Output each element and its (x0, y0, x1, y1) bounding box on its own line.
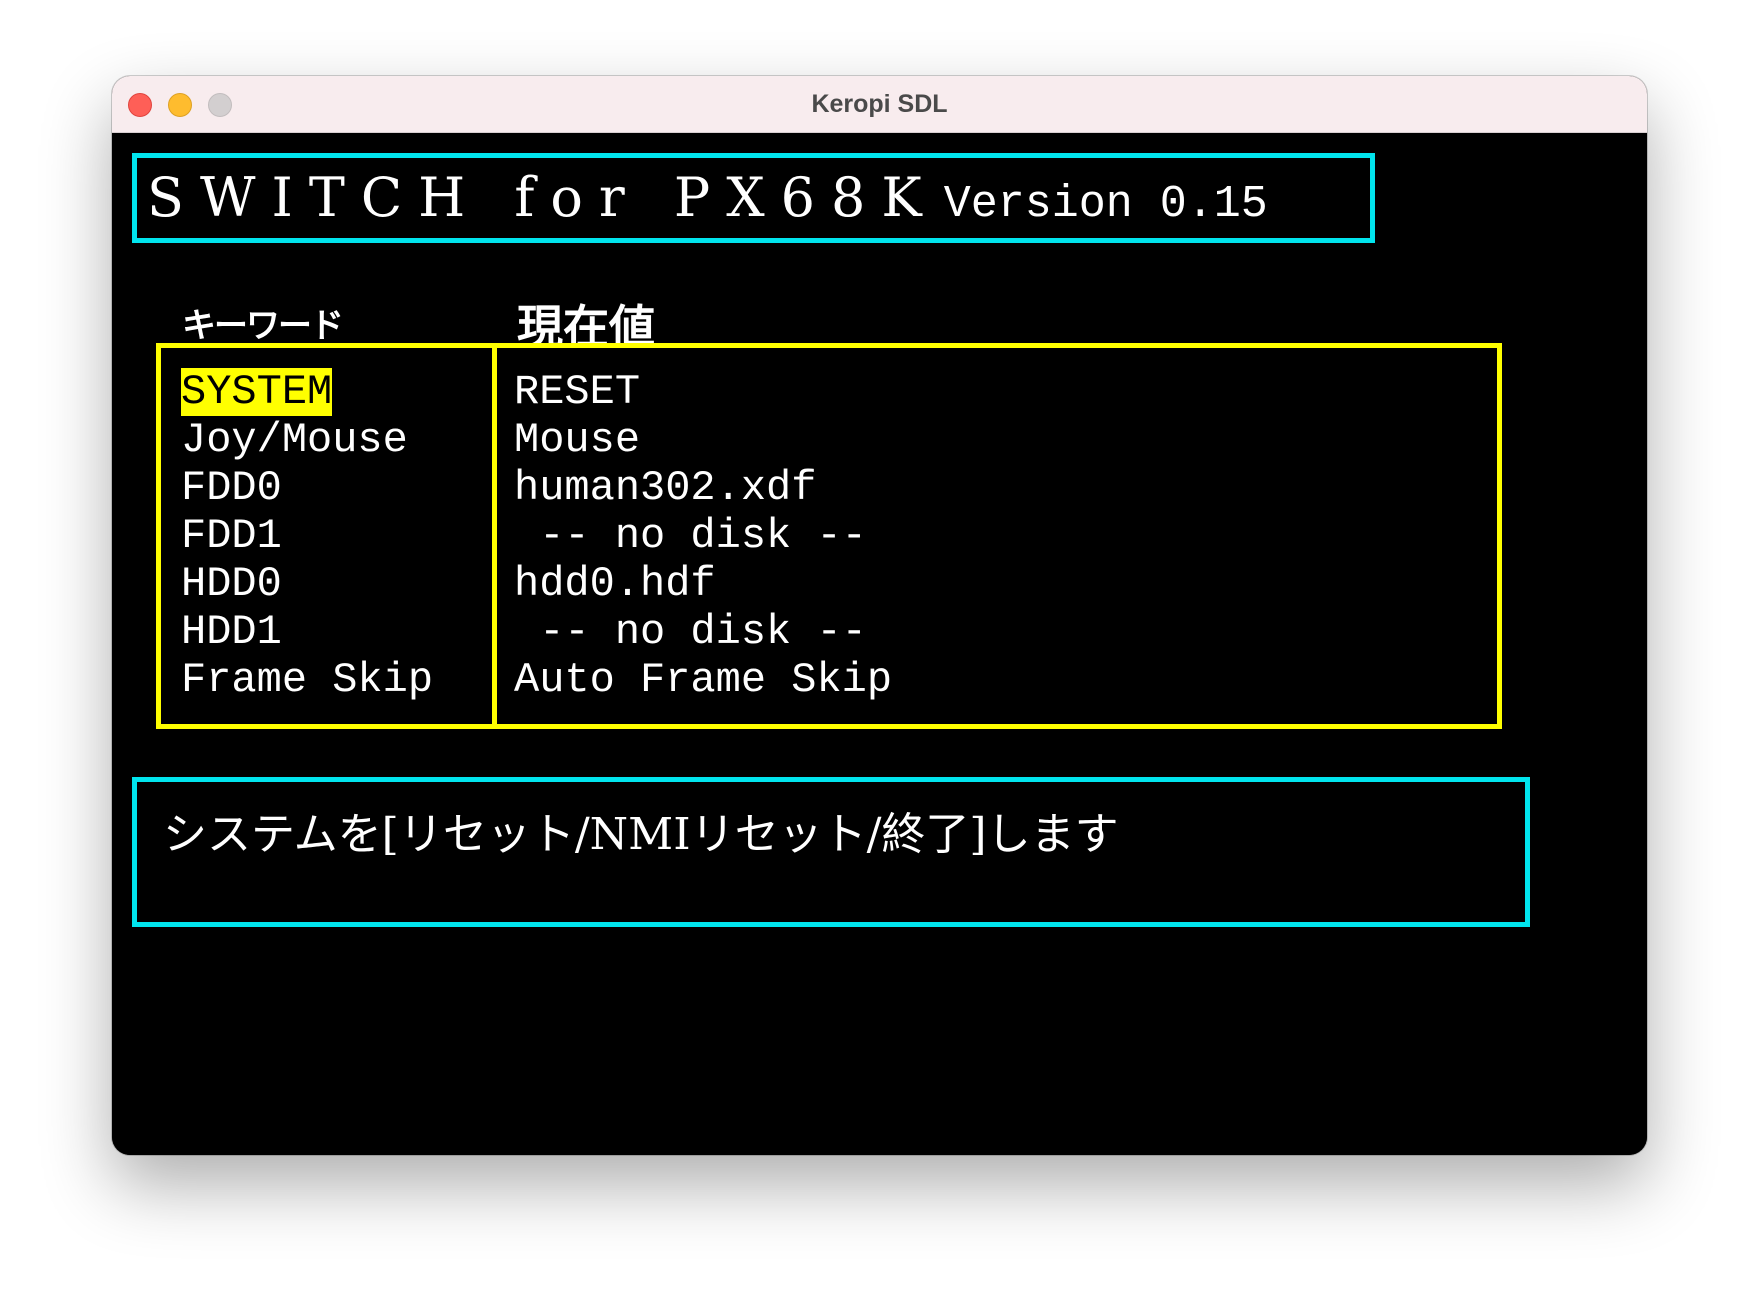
row-value[interactable]: human302.xdf (514, 464, 816, 512)
row-value[interactable]: Auto Frame Skip (514, 656, 892, 704)
row-key[interactable]: FDD1 (181, 512, 282, 560)
header-title-main: SWITCH for PX68K (147, 166, 938, 229)
settings-row-joy-mouse[interactable]: Joy/Mouse Mouse (181, 416, 1481, 464)
keyword-column-header: キーワード (182, 306, 344, 346)
settings-row-hdd1[interactable]: HDD1 -- no disk -- (181, 608, 1481, 656)
window-title: Keropi SDL (811, 90, 948, 118)
settings-row-fdd0[interactable]: FDD0 human302.xdf (181, 464, 1481, 512)
row-key[interactable]: Frame Skip (181, 656, 433, 704)
row-value[interactable]: Mouse (514, 416, 640, 464)
settings-row-fdd1[interactable]: FDD1 -- no disk -- (181, 512, 1481, 560)
message-text: システムを[リセット/NMIリセット/終了]します (163, 809, 1119, 860)
row-key[interactable]: HDD0 (181, 560, 282, 608)
row-value[interactable]: hdd0.hdf (514, 560, 716, 608)
header-box: SWITCH for PX68K Version 0.15 (132, 153, 1375, 243)
header-title-version: Version 0.15 (943, 179, 1268, 230)
row-value[interactable]: -- no disk -- (514, 512, 867, 560)
settings-row-system[interactable]: SYSTEM RESET (181, 368, 1481, 416)
app-window: Keropi SDL SWITCH for PX68K Version 0.15 … (112, 76, 1647, 1155)
row-key[interactable]: FDD0 (181, 464, 282, 512)
title-bar[interactable]: Keropi SDL (112, 76, 1647, 133)
settings-row-hdd0[interactable]: HDD0 hdd0.hdf (181, 560, 1481, 608)
settings-table: SYSTEM RESET Joy/Mouse Mouse FDD0 human3… (156, 343, 1502, 729)
settings-row-frame-skip[interactable]: Frame Skip Auto Frame Skip (181, 656, 1481, 704)
header-title: SWITCH for PX68K Version 0.15 (147, 166, 1268, 230)
row-value[interactable]: -- no disk -- (514, 608, 867, 656)
emulator-screen: SWITCH for PX68K Version 0.15 キーワード 現在値 S… (112, 133, 1647, 1155)
row-key[interactable]: HDD1 (181, 608, 282, 656)
row-key[interactable]: Joy/Mouse (181, 416, 408, 464)
row-key[interactable]: SYSTEM (181, 368, 333, 416)
settings-list: SYSTEM RESET Joy/Mouse Mouse FDD0 human3… (181, 368, 1481, 704)
message-box: システムを[リセット/NMIリセット/終了]します (132, 777, 1530, 927)
row-value[interactable]: RESET (514, 368, 640, 416)
